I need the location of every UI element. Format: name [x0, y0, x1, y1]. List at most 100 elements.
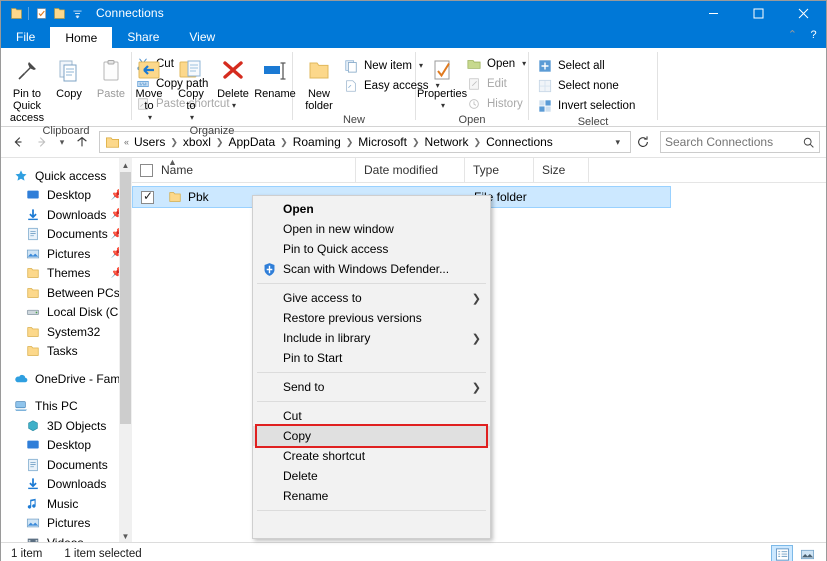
sidebar-item-local-disk-c[interactable]: Local Disk (C:)	[1, 303, 132, 323]
pin-to-quick-access-button[interactable]: Pin to Quick access	[7, 52, 47, 124]
context-menu-item-cut[interactable]: Cut	[253, 406, 490, 426]
sidebar-item-pictures-pc[interactable]: Pictures	[1, 514, 132, 534]
chevron-up-icon[interactable]: ▲	[119, 158, 132, 172]
breadcrumb-separator[interactable]: ❯	[215, 137, 225, 148]
sidebar-item-documents-pc[interactable]: Documents	[1, 455, 132, 475]
folder-icon[interactable]	[7, 4, 25, 22]
tab-view[interactable]: View	[174, 25, 230, 48]
chevron-down-icon[interactable]: ▾	[148, 112, 152, 124]
delete-button[interactable]: Delete ▾	[213, 52, 253, 112]
chevron-down-icon[interactable]: ▾	[609, 137, 626, 148]
context-menu-item-open[interactable]: Open	[253, 199, 490, 219]
context-menu-item-scan-with-windows-defender[interactable]: Scan with Windows Defender...	[253, 259, 490, 279]
rename-button[interactable]: Rename	[254, 52, 296, 100]
sidebar-item-3d-objects[interactable]: 3D Objects	[1, 416, 132, 436]
context-menu-item-copy[interactable]: Copy	[253, 424, 490, 448]
large-icons-view-icon[interactable]	[796, 545, 818, 561]
sidebar-item-onedrive-family[interactable]: OneDrive - Family	[1, 369, 132, 389]
breadcrumb-item-network[interactable]: Network	[422, 134, 472, 150]
breadcrumb-overflow[interactable]: «	[123, 137, 130, 147]
context-menu-item-create-shortcut[interactable]: Create shortcut	[253, 446, 490, 466]
context-menu-item-delete[interactable]: Delete	[253, 466, 490, 486]
context-menu-item-rename[interactable]: Rename	[253, 486, 490, 506]
sidebar-item-music[interactable]: Music	[1, 494, 132, 514]
sidebar-label: Pictures	[47, 516, 91, 531]
maximize-button[interactable]	[736, 1, 781, 25]
chevron-down-icon[interactable]: ▾	[441, 100, 445, 112]
context-menu-item-properties[interactable]	[253, 515, 490, 535]
breadcrumb-item-connections[interactable]: Connections	[483, 134, 556, 150]
chevron-down-icon[interactable]: ▾	[522, 59, 526, 68]
copy-button[interactable]: Copy	[49, 52, 89, 100]
new-folder-button[interactable]: New folder	[299, 52, 339, 112]
chevron-down-icon[interactable]: ▾	[232, 100, 236, 112]
navpane-scrollbar[interactable]: ▲ ▼	[119, 158, 132, 542]
breadcrumb-separator[interactable]: ❯	[345, 137, 355, 148]
breadcrumb-separator[interactable]: ❯	[411, 137, 421, 148]
chevron-down-icon[interactable]: ▼	[119, 529, 132, 542]
select-all-icon	[537, 58, 553, 74]
properties-button[interactable]: Properties ▾	[417, 52, 467, 112]
tab-file[interactable]: File	[1, 25, 51, 48]
context-menu-item-open-in-new-window[interactable]: Open in new window	[253, 219, 490, 239]
sidebar-item-between-pcs[interactable]: Between PCs	[1, 283, 132, 303]
breadcrumb-item-microsoft[interactable]: Microsoft	[355, 134, 410, 150]
refresh-button[interactable]	[633, 131, 653, 153]
sidebar-item-desktop-pc[interactable]: Desktop	[1, 436, 132, 456]
paste-button[interactable]: Paste	[91, 52, 131, 100]
new-folder-icon[interactable]	[50, 4, 68, 22]
sidebar-item-this-pc[interactable]: This PC	[1, 397, 132, 417]
sidebar-item-system32[interactable]: System32	[1, 322, 132, 342]
select-all-checkbox[interactable]	[140, 163, 153, 177]
move-to-button[interactable]: Move to ▾	[129, 52, 169, 124]
chevron-up-icon[interactable]: ⌃	[788, 28, 797, 41]
breadcrumb-separator[interactable]: ❯	[473, 137, 483, 148]
tab-share[interactable]: Share	[112, 25, 174, 48]
breadcrumb-item-roaming[interactable]: Roaming	[290, 134, 344, 150]
sidebar-item-documents[interactable]: Documents 📌	[1, 225, 132, 245]
file-list-pane: ▲ Name Date modified Type Size ✓ Pbk Fil…	[132, 157, 826, 542]
customize-dropdown-icon[interactable]	[68, 4, 86, 22]
sidebar-item-pictures[interactable]: Pictures 📌	[1, 244, 132, 264]
scrollbar-thumb[interactable]	[120, 172, 131, 424]
sidebar-item-downloads-pc[interactable]: Downloads	[1, 475, 132, 495]
sidebar-item-videos[interactable]: Videos	[1, 533, 132, 542]
row-checkbox[interactable]	[141, 189, 154, 204]
select-all-button[interactable]: Select all	[535, 56, 639, 75]
search-box[interactable]	[660, 131, 820, 153]
open-button[interactable]: Open ▾	[464, 54, 530, 73]
context-menu-item-include-in-library[interactable]: Include in library ❯	[253, 328, 490, 348]
column-header-type[interactable]: Type	[465, 157, 534, 183]
context-menu-item-restore-previous-versions[interactable]: Restore previous versions	[253, 308, 490, 328]
copy-to-button[interactable]: Copy to ▾	[171, 52, 211, 124]
sidebar-item-tasks[interactable]: Tasks	[1, 342, 132, 362]
help-icon[interactable]: ?	[805, 26, 822, 43]
column-header-date-modified[interactable]: Date modified	[356, 157, 465, 183]
search-icon[interactable]	[802, 136, 815, 149]
select-none-button[interactable]: Select none	[535, 76, 639, 95]
history-button[interactable]: History	[464, 94, 530, 113]
context-menu-item-pin-to-quick-access[interactable]: Pin to Quick access	[253, 239, 490, 259]
minimize-button[interactable]	[691, 1, 736, 25]
sidebar-item-downloads[interactable]: Downloads 📌	[1, 205, 132, 225]
search-input[interactable]	[665, 135, 802, 149]
context-menu-item-send-to[interactable]: Send to ❯	[253, 377, 490, 397]
invert-selection-button[interactable]: Invert selection	[535, 96, 639, 115]
close-button[interactable]	[781, 1, 826, 25]
context-menu-item-give-access-to[interactable]: Give access to ❯	[253, 288, 490, 308]
sidebar-item-quick-access[interactable]: Quick access	[1, 166, 132, 186]
breadcrumb-separator[interactable]: ❯	[279, 137, 289, 148]
chevron-down-icon[interactable]: ▾	[190, 112, 194, 124]
onedrive-icon	[13, 371, 29, 387]
sidebar-item-desktop[interactable]: Desktop 📌	[1, 186, 132, 206]
sidebar-item-themes[interactable]: Themes 📌	[1, 264, 132, 284]
tab-home[interactable]: Home	[50, 25, 113, 48]
column-header-size[interactable]: Size	[534, 157, 589, 183]
move-to-label: Move to	[135, 88, 163, 112]
context-menu-item-pin-to-start[interactable]: Pin to Start	[253, 348, 490, 368]
details-view-icon[interactable]	[771, 545, 793, 561]
column-header-name[interactable]: ▲ Name	[132, 157, 356, 183]
properties-icon[interactable]	[32, 4, 50, 22]
edit-button[interactable]: Edit	[464, 74, 530, 93]
breadcrumb-separator[interactable]: ❯	[169, 137, 179, 148]
